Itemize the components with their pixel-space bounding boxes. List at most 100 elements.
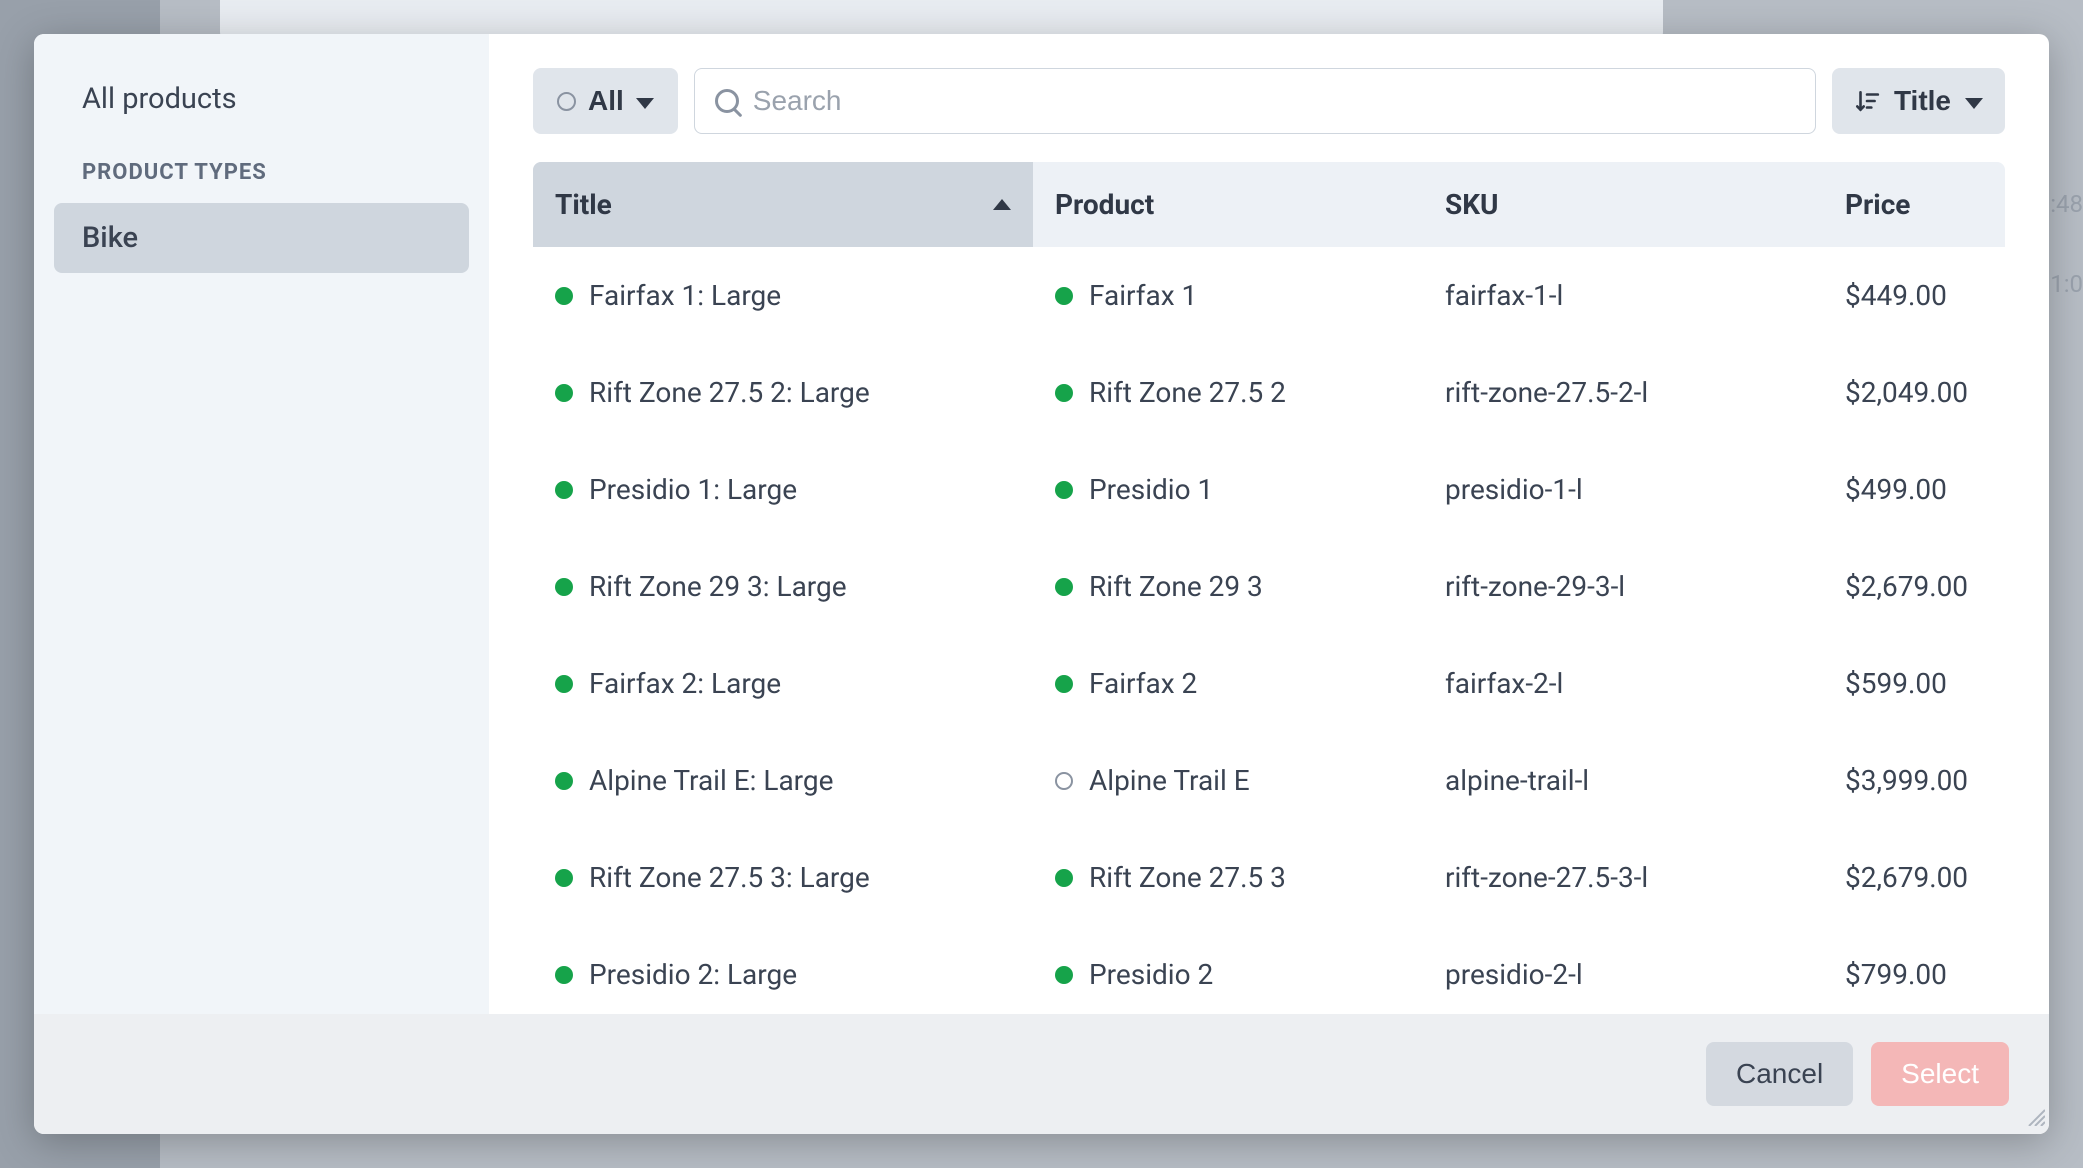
cell-title-text: Alpine Trail E: Large — [589, 764, 833, 797]
table-row[interactable]: Presidio 1: LargePresidio 1presidio-1-l$… — [533, 441, 2005, 538]
search-icon — [715, 89, 739, 113]
main: All — [489, 34, 2049, 1014]
sidebar: All products PRODUCT TYPES Bike — [34, 34, 489, 1014]
cell-price-text: $799.00 — [1845, 958, 1947, 991]
table-row[interactable]: Alpine Trail E: LargeAlpine Trail Ealpin… — [533, 732, 2005, 829]
filter-status-button[interactable]: All — [533, 68, 678, 134]
cell-price: $499.00 — [1823, 441, 2005, 538]
status-dot-enabled-icon — [1055, 966, 1073, 984]
status-dot-enabled-icon — [555, 578, 573, 596]
table-header: Title Product SKU Price — [533, 162, 2005, 247]
cell-product: Fairfax 2 — [1033, 635, 1423, 732]
status-dot-enabled-icon — [1055, 384, 1073, 402]
cell-price-text: $499.00 — [1845, 473, 1947, 506]
column-header-price[interactable]: Price — [1823, 162, 2005, 247]
search-input[interactable] — [753, 85, 1795, 117]
cell-price-text: $2,679.00 — [1845, 861, 1968, 894]
status-dot-enabled-icon — [1055, 481, 1073, 499]
modal-footer: Cancel Select — [34, 1014, 2049, 1134]
cell-title-text: Fairfax 2: Large — [589, 667, 781, 700]
cell-title: Presidio 1: Large — [533, 441, 1033, 538]
cell-sku: fairfax-1-l — [1423, 247, 1823, 344]
select-button[interactable]: Select — [1871, 1042, 2009, 1106]
cell-sku-text: rift-zone-27.5-3-l — [1445, 861, 1648, 894]
status-dot-enabled-icon — [1055, 675, 1073, 693]
cell-title: Rift Zone 27.5 3: Large — [533, 829, 1033, 926]
cell-product-text: Fairfax 2 — [1089, 667, 1197, 700]
table-row[interactable]: Presidio 2: Large Presidio 2 presidio-2-l $… — [533, 926, 2005, 1014]
cell-title: Presidio 2: Large — [533, 926, 1033, 1014]
sidebar-all-products[interactable]: All products — [54, 72, 469, 142]
column-label: Product — [1055, 188, 1154, 221]
status-dot-enabled-icon — [1055, 578, 1073, 596]
sort-label: Title — [1894, 85, 1951, 117]
cell-sku-text: alpine-trail-l — [1445, 764, 1589, 797]
status-dot-enabled-icon — [555, 675, 573, 693]
cell-price-text: $2,049.00 — [1845, 376, 1968, 409]
cell-price-text: $449.00 — [1845, 279, 1947, 312]
cell-title-text: Presidio 1: Large — [589, 473, 797, 506]
cell-product-text: Rift Zone 27.5 3 — [1089, 861, 1286, 894]
backdrop-text: 1:0 — [2050, 270, 2083, 298]
cell-title-text: Rift Zone 27.5 2: Large — [589, 376, 870, 409]
column-label: Price — [1845, 188, 1910, 221]
cell-product-text: Rift Zone 27.5 2 — [1089, 376, 1286, 409]
modal-body: All products PRODUCT TYPES Bike All — [34, 34, 2049, 1014]
cell-title-text: Rift Zone 29 3: Large — [589, 570, 847, 603]
cell-title-text: Rift Zone 27.5 3: Large — [589, 861, 870, 894]
cancel-button[interactable]: Cancel — [1706, 1042, 1853, 1106]
table-body: Fairfax 1: LargeFairfax 1fairfax-1-l$449… — [533, 247, 2005, 1014]
cell-price-text: $599.00 — [1845, 667, 1947, 700]
cell-price: $3,999.00 — [1823, 732, 2005, 829]
status-dot-enabled-icon — [555, 287, 573, 305]
cell-sku-text: rift-zone-27.5-2-l — [1445, 376, 1648, 409]
cell-sku-text: fairfax-1-l — [1445, 279, 1563, 312]
chevron-down-icon — [636, 98, 654, 109]
cell-product-text: Rift Zone 29 3 — [1089, 570, 1263, 603]
cell-price-text: $2,679.00 — [1845, 570, 1968, 603]
column-header-title[interactable]: Title — [533, 162, 1033, 247]
column-header-sku[interactable]: SKU — [1423, 162, 1823, 247]
table-row[interactable]: Rift Zone 27.5 3: Large Rift Zone 27.5 3 r… — [533, 829, 2005, 926]
sidebar-heading: PRODUCT TYPES — [54, 142, 469, 203]
cell-product: Rift Zone 29 3 — [1033, 538, 1423, 635]
resize-handle-icon — [2025, 1106, 2045, 1130]
search-field[interactable] — [694, 68, 1816, 134]
cell-sku-text: presidio-2-l — [1445, 958, 1583, 991]
cell-price: $599.00 — [1823, 635, 2005, 732]
cell-title-text: Presidio 2: Large — [589, 958, 797, 991]
column-label: Title — [555, 188, 612, 221]
table-row[interactable]: Rift Zone 27.5 2: Large Rift Zone 27.5 2 r… — [533, 344, 2005, 441]
status-dot-enabled-icon — [1055, 287, 1073, 305]
product-picker-modal: All products PRODUCT TYPES Bike All — [34, 34, 2049, 1134]
backdrop-text: :48 — [2050, 190, 2083, 218]
cell-price: $449.00 — [1823, 247, 2005, 344]
cell-sku-text: rift-zone-29-3-l — [1445, 570, 1625, 603]
table-row[interactable]: Rift Zone 29 3: Large Rift Zone 29 3 rift-… — [533, 538, 2005, 635]
cell-sku-text: fairfax-2-l — [1445, 667, 1563, 700]
cell-sku: rift-zone-29-3-l — [1423, 538, 1823, 635]
filter-label: All — [588, 85, 624, 117]
cell-price: $2,679.00 — [1823, 829, 2005, 926]
column-header-product[interactable]: Product — [1033, 162, 1423, 247]
status-dot-disabled-icon — [1055, 772, 1073, 790]
table-row[interactable]: Fairfax 2: Large Fairfax 2 fairfax-2-l $599… — [533, 635, 2005, 732]
cell-product-text: Presidio 2 — [1089, 958, 1213, 991]
cell-sku-text: presidio-1-l — [1445, 473, 1583, 506]
cell-title: Rift Zone 27.5 2: Large — [533, 344, 1033, 441]
toolbar: All — [533, 68, 2005, 134]
cell-price: $799.00 — [1823, 926, 2005, 1014]
status-dot-enabled-icon — [1055, 869, 1073, 887]
status-dot-enabled-icon — [555, 772, 573, 790]
cell-title: Rift Zone 29 3: Large — [533, 538, 1033, 635]
sidebar-item-bike[interactable]: Bike — [54, 203, 469, 273]
status-dot-enabled-icon — [555, 384, 573, 402]
status-dot-enabled-icon — [555, 481, 573, 499]
status-dot-enabled-icon — [555, 966, 573, 984]
cell-price-text: $3,999.00 — [1845, 764, 1968, 797]
status-circle-icon — [557, 92, 576, 111]
cell-sku: rift-zone-27.5-3-l — [1423, 829, 1823, 926]
table-row[interactable]: Fairfax 1: LargeFairfax 1fairfax-1-l$449… — [533, 247, 2005, 344]
sort-button[interactable]: Title — [1832, 68, 2005, 134]
cell-sku: rift-zone-27.5-2-l — [1423, 344, 1823, 441]
